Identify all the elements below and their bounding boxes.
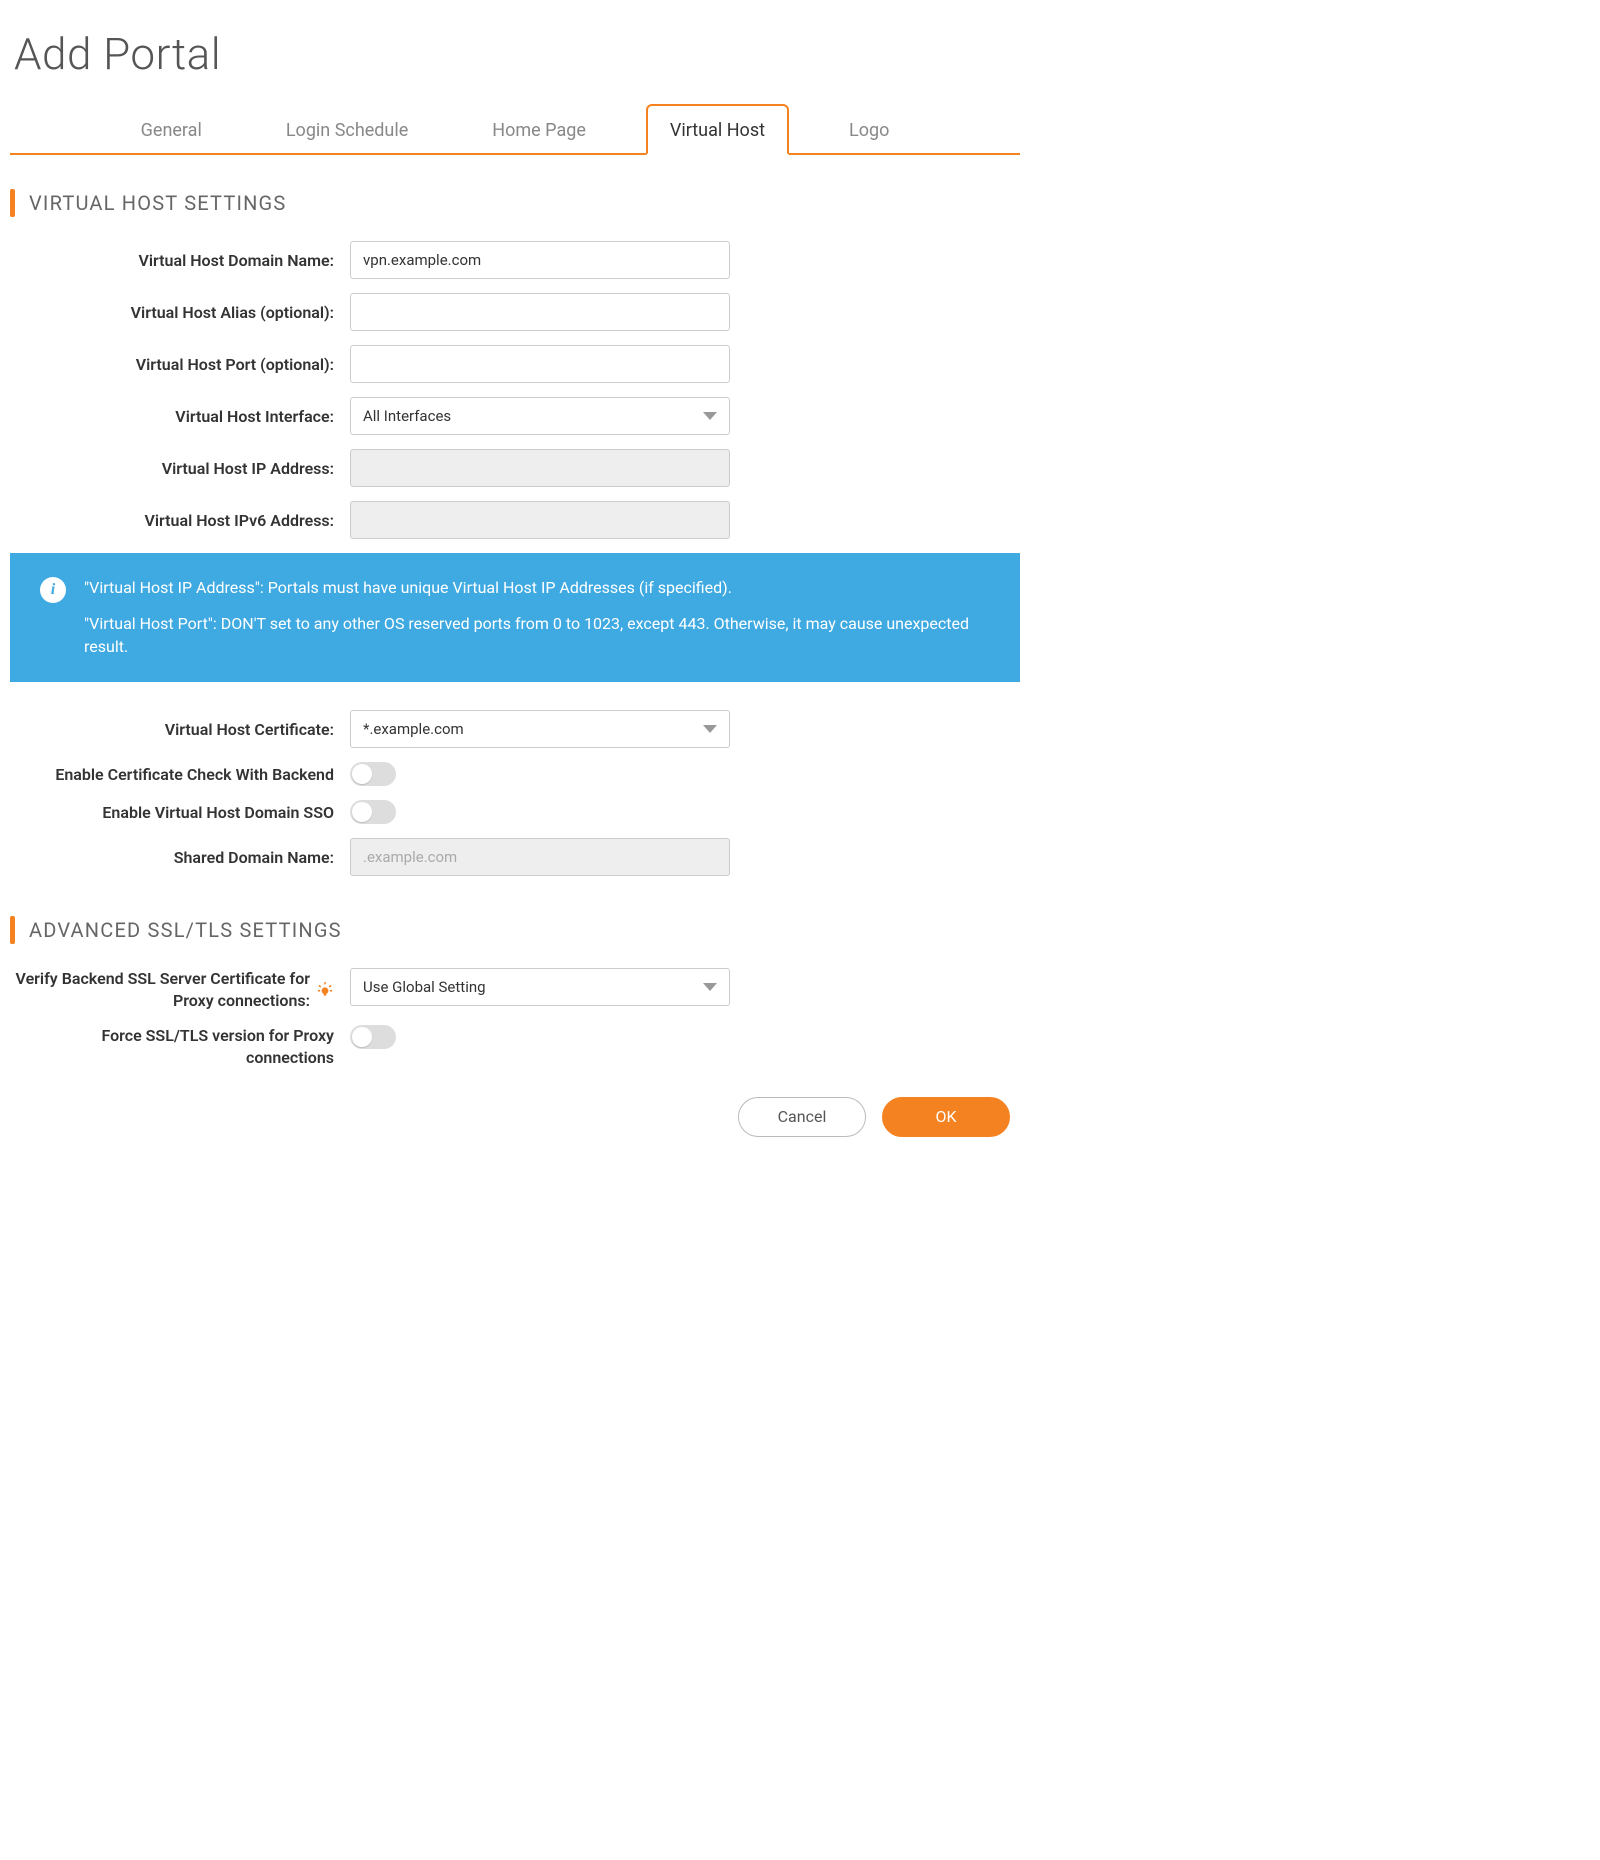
- lightbulb-icon[interactable]: [316, 981, 334, 999]
- chevron-down-icon: [703, 725, 717, 733]
- force-tls-toggle[interactable]: [350, 1025, 396, 1049]
- verify-backend-select-value: Use Global Setting: [363, 978, 486, 996]
- ip-label: Virtual Host IP Address:: [10, 459, 350, 478]
- port-input[interactable]: [350, 345, 730, 383]
- backend-check-label: Enable Certificate Check With Backend: [10, 765, 350, 784]
- info-line-1: "Virtual Host IP Address": Portals must …: [84, 577, 992, 599]
- ipv6-label: Virtual Host IPv6 Address:: [10, 511, 350, 530]
- force-tls-label: Force SSL/TLS version for Proxy connecti…: [10, 1025, 350, 1068]
- section-heading-text: VIRTUAL HOST SETTINGS: [29, 191, 286, 215]
- tab-virtual-host[interactable]: Virtual Host: [646, 104, 789, 155]
- section-heading-ssl: ADVANCED SSL/TLS SETTINGS: [10, 916, 1020, 944]
- tab-logo[interactable]: Logo: [825, 104, 913, 155]
- port-label: Virtual Host Port (optional):: [10, 355, 350, 374]
- tab-login-schedule[interactable]: Login Schedule: [262, 104, 432, 155]
- domain-label: Virtual Host Domain Name:: [10, 251, 350, 270]
- tab-general[interactable]: General: [117, 104, 226, 155]
- section-bar-icon: [10, 916, 15, 944]
- tab-bar: General Login Schedule Home Page Virtual…: [10, 102, 1020, 155]
- cert-label: Virtual Host Certificate:: [10, 720, 350, 739]
- chevron-down-icon: [703, 412, 717, 420]
- page-title: Add Portal: [14, 28, 1020, 80]
- cert-select[interactable]: *.example.com: [350, 710, 730, 748]
- interface-select[interactable]: All Interfaces: [350, 397, 730, 435]
- verify-backend-label-text: Verify Backend SSL Server Certificate fo…: [10, 968, 310, 1011]
- verify-backend-label: Verify Backend SSL Server Certificate fo…: [10, 968, 350, 1011]
- shared-domain-label: Shared Domain Name:: [10, 848, 350, 867]
- domain-sso-toggle[interactable]: [350, 800, 396, 824]
- section-heading-vhost: VIRTUAL HOST SETTINGS: [10, 189, 1020, 217]
- alias-label: Virtual Host Alias (optional):: [10, 303, 350, 322]
- cancel-button[interactable]: Cancel: [738, 1097, 866, 1137]
- info-icon: i: [40, 577, 66, 603]
- ip-input: [350, 449, 730, 487]
- section-heading-text: ADVANCED SSL/TLS SETTINGS: [29, 918, 342, 942]
- chevron-down-icon: [703, 983, 717, 991]
- cert-select-value: *.example.com: [363, 720, 464, 738]
- ipv6-input: [350, 501, 730, 539]
- section-bar-icon: [10, 189, 15, 217]
- info-banner: i "Virtual Host IP Address": Portals mus…: [10, 553, 1020, 682]
- domain-sso-label: Enable Virtual Host Domain SSO: [10, 803, 350, 822]
- verify-backend-select[interactable]: Use Global Setting: [350, 968, 730, 1006]
- alias-input[interactable]: [350, 293, 730, 331]
- shared-domain-input: [350, 838, 730, 876]
- ok-button[interactable]: OK: [882, 1097, 1010, 1137]
- backend-check-toggle[interactable]: [350, 762, 396, 786]
- tab-home-page[interactable]: Home Page: [468, 104, 610, 155]
- domain-input[interactable]: [350, 241, 730, 279]
- interface-select-value: All Interfaces: [363, 407, 451, 425]
- info-line-2: "Virtual Host Port": DON'T set to any ot…: [84, 613, 992, 658]
- interface-label: Virtual Host Interface:: [10, 407, 350, 426]
